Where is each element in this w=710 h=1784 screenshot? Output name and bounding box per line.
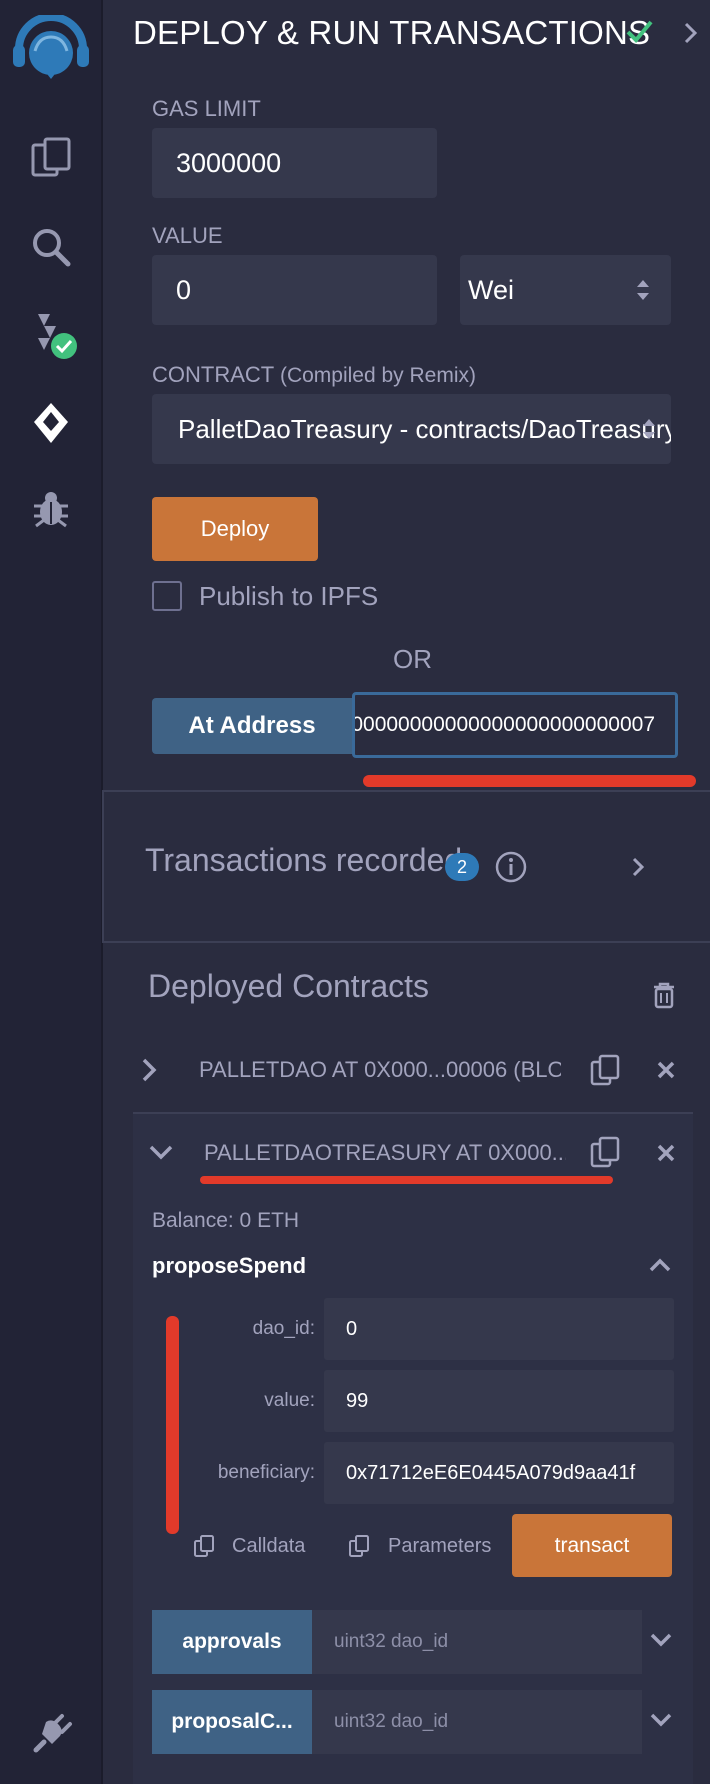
call-chevron-down-icon-2[interactable] bbox=[649, 1711, 673, 1734]
remove-instance-icon[interactable] bbox=[656, 1060, 676, 1085]
call-button-approvals[interactable]: approvals bbox=[152, 1610, 312, 1674]
value-unit-text: Wei bbox=[468, 274, 515, 305]
section-left-border bbox=[102, 790, 104, 943]
at-address-value: 0000000000000000000000000000000000000007 bbox=[352, 713, 655, 736]
check-icon bbox=[624, 16, 654, 51]
call-chevron-down-icon[interactable] bbox=[649, 1631, 673, 1654]
at-address-input[interactable]: 0000000000000000000000000000000000000007 bbox=[352, 692, 678, 758]
remix-logo-icon[interactable] bbox=[8, 14, 94, 88]
gas-limit-input[interactable]: 3000000 bbox=[152, 128, 437, 198]
contract-select-value: PalletDaoTreasury - contracts/DaoTreasur… bbox=[178, 413, 671, 444]
param-label-value: value: bbox=[264, 1390, 315, 1411]
calldata-label[interactable]: Calldata bbox=[232, 1535, 305, 1558]
call-input-proposal[interactable]: uint32 dao_id bbox=[312, 1690, 642, 1754]
publish-ipfs-checkbox[interactable] bbox=[152, 581, 182, 611]
deployed-item-palletdaotreasury[interactable]: PALLETDAOTREASURY AT 0X000... bbox=[204, 1140, 566, 1166]
icon-sidebar bbox=[0, 0, 103, 1784]
param-input-value[interactable]: 99 bbox=[324, 1370, 674, 1432]
contract-select-arrows-icon bbox=[641, 416, 657, 447]
gas-limit-label: GAS LIMIT bbox=[152, 96, 261, 121]
call-input-approvals[interactable]: uint32 dao_id bbox=[312, 1610, 642, 1674]
deployed-item-palletdao[interactable]: PALLETDAO AT 0X000...00006 (BLOCKCHAIN) bbox=[199, 1057, 561, 1083]
function-name: proposeSpend bbox=[152, 1253, 307, 1278]
instance-top-border bbox=[133, 1112, 693, 1114]
contract-label-text: CONTRACT bbox=[152, 362, 274, 387]
section-divider bbox=[102, 790, 710, 792]
copy-address-icon[interactable] bbox=[589, 1053, 621, 1092]
deployed-contracts-title: Deployed Contracts bbox=[148, 968, 430, 1004]
call-input-approvals-placeholder: uint32 dao_id bbox=[334, 1631, 449, 1652]
transactions-chevron-icon[interactable] bbox=[629, 855, 647, 884]
collapse-chevron-icon[interactable] bbox=[147, 1142, 175, 1167]
annotation-vertical-line bbox=[166, 1316, 179, 1534]
debugger-icon[interactable] bbox=[22, 480, 80, 538]
transactions-recorded-label[interactable]: Transactions recorded bbox=[145, 842, 462, 879]
plugin-manager-icon[interactable] bbox=[22, 1706, 80, 1764]
info-icon[interactable] bbox=[494, 850, 528, 889]
value-input[interactable]: 0 bbox=[152, 255, 437, 325]
section-divider-bottom bbox=[102, 941, 710, 943]
transact-button[interactable]: transact bbox=[512, 1514, 672, 1577]
transactions-count-badge: 2 bbox=[445, 853, 479, 881]
contract-sublabel: (Compiled by Remix) bbox=[279, 364, 476, 387]
param-input-dao-id[interactable]: 0 bbox=[324, 1298, 674, 1360]
select-arrows-icon bbox=[635, 277, 651, 308]
copy-calldata-icon[interactable] bbox=[193, 1534, 215, 1563]
contract-label: CONTRACT (Compiled by Remix) bbox=[152, 362, 476, 388]
file-explorer-icon[interactable] bbox=[22, 128, 80, 186]
search-icon[interactable] bbox=[22, 218, 80, 276]
annotation-underline-address bbox=[363, 775, 696, 787]
trash-icon[interactable] bbox=[651, 980, 677, 1015]
expand-chevron-icon[interactable] bbox=[138, 1055, 160, 1090]
chevron-up-icon[interactable] bbox=[647, 1255, 673, 1280]
balance-label: Balance: 0 ETH bbox=[152, 1209, 300, 1232]
param-label-dao-id: dao_id: bbox=[252, 1318, 315, 1339]
panel-title: DEPLOY & RUN TRANSACTIONS bbox=[133, 14, 651, 51]
deploy-button[interactable]: Deploy bbox=[152, 497, 318, 561]
chevron-right-icon[interactable] bbox=[681, 20, 701, 51]
remove-instance-icon-2[interactable] bbox=[656, 1143, 676, 1168]
publish-ipfs-label: Publish to IPFS bbox=[199, 581, 379, 611]
deploy-run-icon[interactable] bbox=[22, 394, 80, 452]
annotation-underline-contract bbox=[200, 1176, 613, 1184]
value-label: VALUE bbox=[152, 223, 223, 248]
parameters-label[interactable]: Parameters bbox=[388, 1535, 491, 1558]
deploy-run-panel: DEPLOY & RUN TRANSACTIONS GAS LIMIT 3000… bbox=[102, 0, 710, 1784]
at-address-button[interactable]: At Address bbox=[152, 698, 352, 754]
or-label: OR bbox=[393, 644, 432, 674]
solidity-compiler-icon[interactable] bbox=[22, 306, 80, 364]
call-button-proposal[interactable]: proposalC... bbox=[152, 1690, 312, 1754]
param-input-beneficiary[interactable]: 0x71712eE6E0445A079d9aa41f bbox=[324, 1442, 674, 1504]
copy-address-icon-2[interactable] bbox=[589, 1135, 621, 1174]
call-input-proposal-placeholder: uint32 dao_id bbox=[334, 1711, 449, 1732]
copy-parameters-icon[interactable] bbox=[348, 1534, 370, 1563]
param-label-beneficiary: beneficiary: bbox=[217, 1462, 315, 1483]
contract-select[interactable]: PalletDaoTreasury - contracts/DaoTreasur… bbox=[152, 394, 671, 464]
